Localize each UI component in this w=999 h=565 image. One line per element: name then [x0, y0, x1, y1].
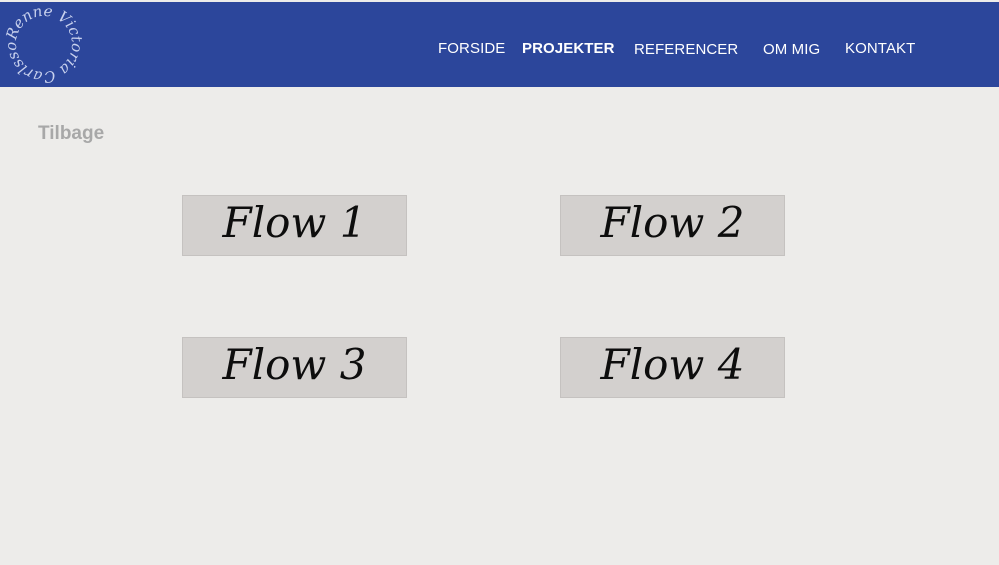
- nav-forside[interactable]: FORSIDE: [438, 40, 505, 57]
- flow-2-label: Flow 2: [600, 197, 745, 247]
- nav-kontakt[interactable]: KONTAKT: [845, 40, 915, 57]
- flow-1-label: Flow 1: [222, 197, 367, 247]
- back-link[interactable]: Tilbage: [38, 123, 104, 145]
- flow-2-button[interactable]: Flow 2: [560, 195, 785, 256]
- site-header: Renne Victoria Carlsson FORSIDE PROJEKTE…: [0, 2, 999, 87]
- flow-4-label: Flow 4: [600, 339, 745, 389]
- logo[interactable]: Renne Victoria Carlsson: [4, 4, 84, 84]
- nav-referencer[interactable]: REFERENCER: [634, 41, 738, 58]
- svg-text:Renne Victoria Carlsson: Renne Victoria Carlsson: [4, 4, 84, 84]
- flow-3-label: Flow 3: [222, 339, 367, 389]
- page: Renne Victoria Carlsson FORSIDE PROJEKTE…: [0, 0, 999, 565]
- flow-1-button[interactable]: Flow 1: [182, 195, 407, 256]
- flow-4-button[interactable]: Flow 4: [560, 337, 785, 398]
- flow-3-button[interactable]: Flow 3: [182, 337, 407, 398]
- logo-text: Renne Victoria Carlsson: [4, 4, 84, 84]
- nav-projekter[interactable]: PROJEKTER: [522, 40, 615, 57]
- nav-om-mig[interactable]: OM MIG: [763, 41, 820, 58]
